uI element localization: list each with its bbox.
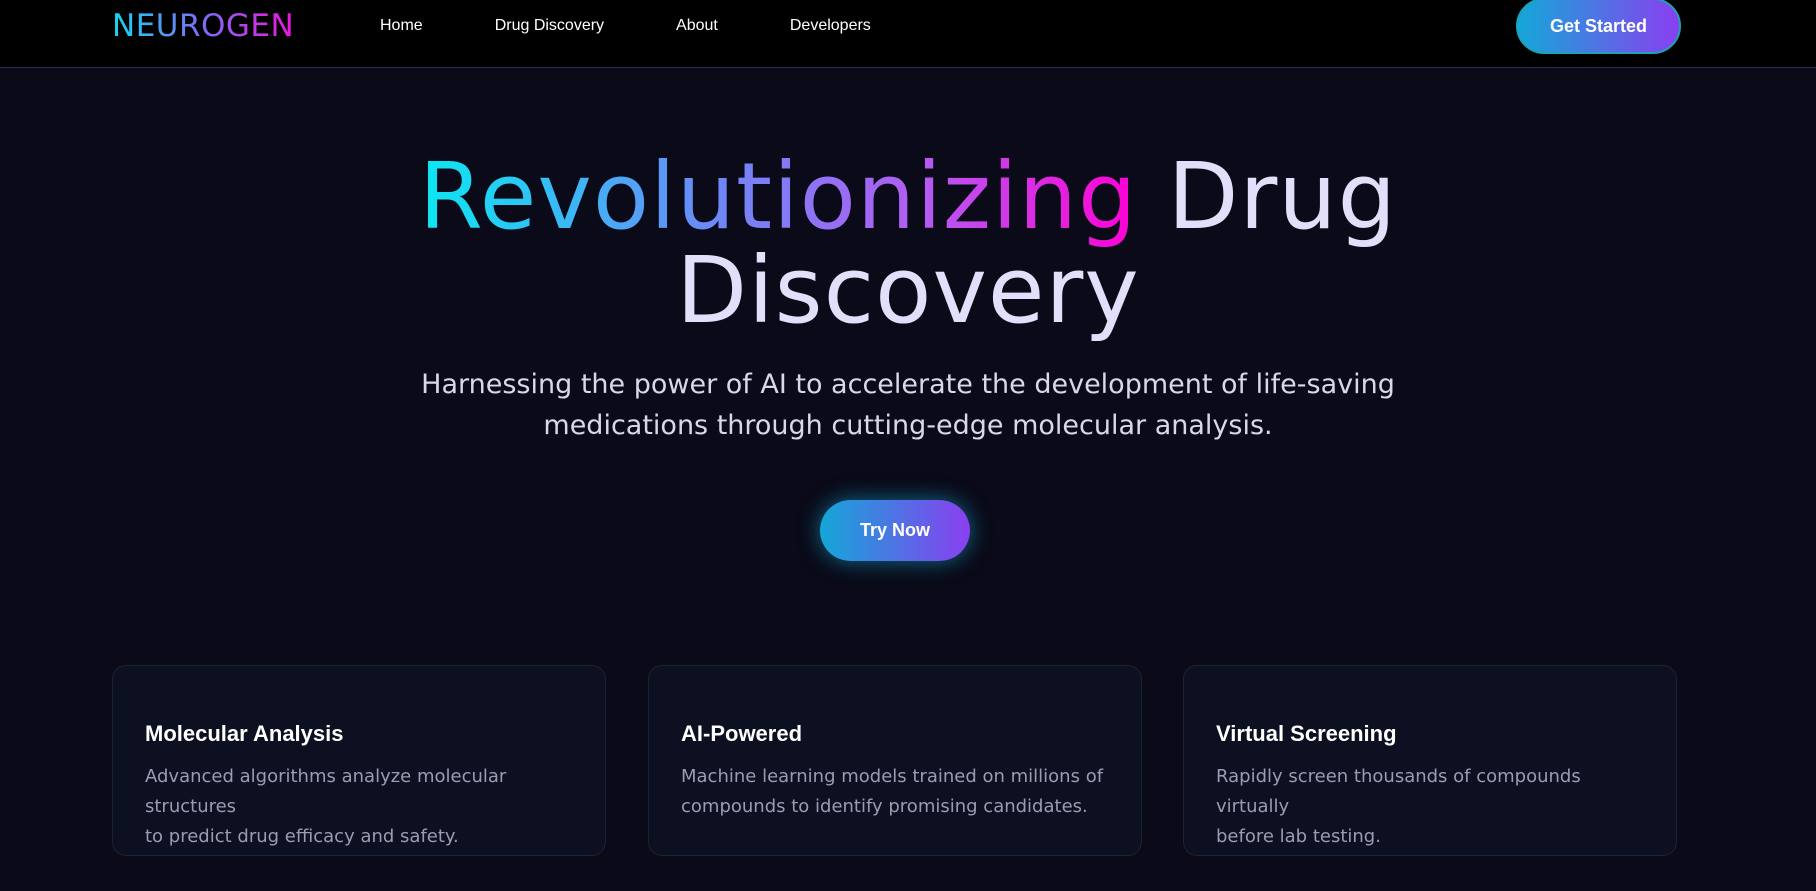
feature-card-title: AI-Powered xyxy=(681,721,803,746)
nav-link-drug-discovery[interactable]: Drug Discovery xyxy=(495,14,604,38)
hero-title-highlight: Revolutionizing xyxy=(419,143,1138,250)
feature-card-desc-line1: Advanced algorithms analyze molecular st… xyxy=(145,766,507,817)
feature-card-desc-line1: Rapidly screen thousands of compounds vi… xyxy=(1216,766,1581,817)
nav-link-developers[interactable]: Developers xyxy=(790,14,871,38)
navbar: NEUROGEN Home Drug Discovery About Devel… xyxy=(0,0,1816,68)
hero-subtitle-line2: medications through cutting-edge molecul… xyxy=(543,410,1273,441)
hero-subtitle-line1: Harnessing the power of AI to accelerate… xyxy=(421,369,1395,400)
feature-card-desc-line2: to predict drug efficacy and safety. xyxy=(145,826,459,847)
feature-card-description: Rapidly screen thousands of compounds vi… xyxy=(1216,762,1644,852)
try-now-button[interactable]: Try Now xyxy=(820,500,970,561)
nav-link-home[interactable]: Home xyxy=(380,14,423,38)
hero-title-line2: Discovery xyxy=(676,237,1140,344)
feature-card-title: Virtual Screening xyxy=(1216,721,1397,746)
hero-subtitle: Harnessing the power of AI to accelerate… xyxy=(0,364,1816,446)
brand-logo[interactable]: NEUROGEN xyxy=(112,6,294,46)
nav-link-about[interactable]: About xyxy=(676,14,718,38)
get-started-button[interactable]: Get Started xyxy=(1516,0,1681,54)
hero-title: Revolutionizing Drug Discovery xyxy=(0,150,1816,338)
feature-card-virtual-screening: Virtual Screening Rapidly screen thousan… xyxy=(1183,665,1677,856)
feature-card-desc-line2: before lab testing. xyxy=(1216,826,1381,847)
feature-card-title: Molecular Analysis xyxy=(145,721,344,746)
feature-card-desc-line1: Machine learning models trained on milli… xyxy=(681,766,1104,787)
hero-title-rest: Drug xyxy=(1137,143,1397,250)
feature-card-description: Advanced algorithms analyze molecular st… xyxy=(145,762,573,852)
feature-card-molecular-analysis: Molecular Analysis Advanced algorithms a… xyxy=(112,665,606,856)
nav-links: Home Drug Discovery About Developers xyxy=(380,14,943,38)
feature-card-desc-line2: compounds to identify promising candidat… xyxy=(681,796,1088,817)
feature-card-description: Machine learning models trained on milli… xyxy=(681,762,1109,822)
feature-card-ai-powered: AI-Powered Machine learning models train… xyxy=(648,665,1142,856)
